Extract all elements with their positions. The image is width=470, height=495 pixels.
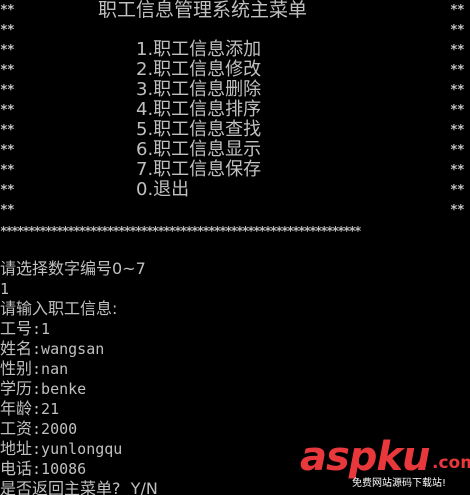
star-border-left: ** xyxy=(0,203,15,218)
menu-item-exit: 0.退出 xyxy=(136,179,190,200)
star-border-right: ** xyxy=(450,103,465,118)
watermark-brand: aspku xyxy=(300,434,431,480)
field-value: 21 xyxy=(41,400,60,418)
star-border-right: ** xyxy=(450,143,465,158)
star-border-left: ** xyxy=(0,3,15,18)
return-prompt-text: 是否返回主菜单? Y/N xyxy=(0,479,158,495)
select-prompt: 请选择数字编号0~7 xyxy=(0,259,146,279)
field-label: 电话 xyxy=(0,459,33,478)
watermark-domain: .com xyxy=(432,453,470,473)
watermark-subtitle: 免费网站源码下载站! xyxy=(352,478,447,489)
info-prompt-text: 请输入职工信息: xyxy=(0,299,118,318)
field-label: 年龄 xyxy=(0,399,33,418)
menu-item-modify: 2.职工信息修改 xyxy=(136,59,262,80)
star-border-left: ** xyxy=(0,143,15,158)
field-value: yunlongqu xyxy=(41,440,123,458)
star-border-left: ** xyxy=(0,83,15,98)
field-separator: : xyxy=(32,460,42,478)
star-border-left: ** xyxy=(0,23,15,38)
field-line-phone: 电话:10086 xyxy=(0,459,86,479)
star-border-left: ** xyxy=(0,43,15,58)
return-prompt: 是否返回主菜单? Y/N xyxy=(0,479,158,495)
field-value: 2000 xyxy=(41,420,78,438)
menu-title: 职工信息管理系统主菜单 xyxy=(98,0,308,21)
field-label: 地址 xyxy=(0,439,33,458)
field-line-address: 地址:yunlongqu xyxy=(0,439,122,459)
menu-item-sort: 4.职工信息排序 xyxy=(136,99,262,120)
field-value: benke xyxy=(41,380,87,398)
select-prompt-text: 请选择数字编号0~7 xyxy=(0,259,146,278)
field-separator: : xyxy=(32,340,42,358)
star-border-right: ** xyxy=(450,63,465,78)
field-label: 工资 xyxy=(0,419,33,438)
star-border-left: ** xyxy=(0,163,15,178)
info-prompt: 请输入职工信息: xyxy=(0,299,117,319)
field-line-name: 姓名:wangsan xyxy=(0,339,104,359)
star-border-right: ** xyxy=(450,163,465,178)
watermark-logo: aspku .com 免费网站源码下载站! xyxy=(300,437,470,495)
field-value: 1 xyxy=(41,320,51,338)
star-border-bottom: ****************************************… xyxy=(0,225,362,237)
menu-item-add: 1.职工信息添加 xyxy=(136,39,262,60)
star-border-left: ** xyxy=(0,183,15,198)
star-border-left: ** xyxy=(0,103,15,118)
menu-item-delete: 3.职工信息删除 xyxy=(136,79,262,100)
field-label: 性别 xyxy=(0,359,33,378)
field-label: 姓名 xyxy=(0,339,33,358)
field-line-education: 学历:benke xyxy=(0,379,86,399)
field-label: 工号 xyxy=(0,319,33,338)
star-border-left: ** xyxy=(0,63,15,78)
field-separator: : xyxy=(32,380,42,398)
star-border-right: ** xyxy=(450,3,465,18)
field-line-id: 工号:1 xyxy=(0,319,50,339)
field-value: nan xyxy=(41,360,69,378)
field-value: 10086 xyxy=(41,460,87,478)
field-label: 学历 xyxy=(0,379,33,398)
star-border-right: ** xyxy=(450,183,465,198)
field-line-salary: 工资:2000 xyxy=(0,419,77,439)
star-border-right: ** xyxy=(450,123,465,138)
field-separator: : xyxy=(32,360,42,378)
field-line-age: 年龄:21 xyxy=(0,399,59,419)
menu-item-save: 7.职工信息保存 xyxy=(136,159,262,180)
menu-item-search: 5.职工信息查找 xyxy=(136,119,262,140)
star-border-right: ** xyxy=(450,43,465,58)
star-border-right: ** xyxy=(450,203,465,218)
field-separator: : xyxy=(32,400,42,418)
choice-input-line: 1 xyxy=(0,280,10,298)
field-separator: : xyxy=(32,440,42,458)
field-value: wangsan xyxy=(41,340,105,358)
field-separator: : xyxy=(32,320,42,338)
star-border-left: ** xyxy=(0,123,15,138)
console-window: ** ** ** ** ** ** ** ** ** ** ** ** ** *… xyxy=(0,0,470,495)
star-border-right: ** xyxy=(450,23,465,38)
menu-item-display: 6.职工信息显示 xyxy=(136,139,262,160)
star-border-right: ** xyxy=(450,83,465,98)
field-line-gender: 性别:nan xyxy=(0,359,68,379)
field-separator: : xyxy=(32,420,42,438)
